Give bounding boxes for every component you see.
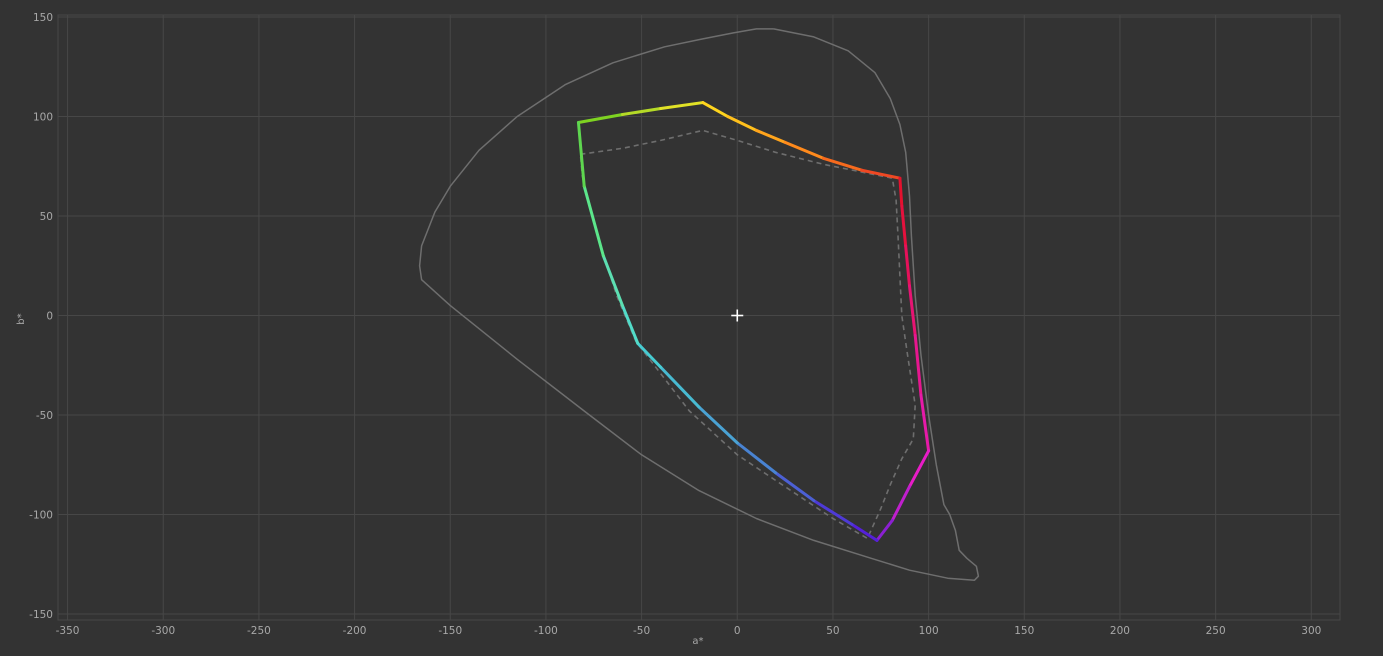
gamut-segment xyxy=(907,449,931,489)
y-tick-label: -150 xyxy=(29,609,53,621)
gamut-segment xyxy=(659,365,701,409)
x-tick-label: -200 xyxy=(343,625,367,637)
gamut-segment xyxy=(860,168,902,180)
x-tick-label: 150 xyxy=(1014,625,1034,637)
y-tick-label: 0 xyxy=(46,311,53,323)
x-tick-label: 0 xyxy=(734,625,741,637)
gamut-segment xyxy=(875,518,894,542)
x-tick-label: -350 xyxy=(56,625,80,637)
y-tick-label: 50 xyxy=(40,211,53,223)
x-tick-label: -250 xyxy=(247,625,271,637)
x-tick-label: 250 xyxy=(1206,625,1226,637)
x-axis-label: a* xyxy=(692,636,703,647)
gamut-segment xyxy=(900,204,908,248)
y-tick-label: -100 xyxy=(29,510,53,522)
x-tick-label: 100 xyxy=(919,625,939,637)
x-tick-label: 50 xyxy=(826,625,839,637)
gamut-segment xyxy=(904,244,911,288)
y-tick-label: -50 xyxy=(36,410,53,422)
y-tick-label: 100 xyxy=(33,111,53,123)
y-tick-label: 150 xyxy=(33,12,53,24)
gamut-segment xyxy=(620,304,640,345)
gamut-segment xyxy=(898,176,904,208)
y-axis-label: b* xyxy=(16,313,27,324)
gamut-segment xyxy=(821,156,864,172)
reference-gamut-line xyxy=(579,129,917,540)
gamut-segment xyxy=(726,114,758,132)
x-tick-label: -50 xyxy=(633,625,650,637)
x-tick-label: -100 xyxy=(534,625,558,637)
visible-spectrum-line xyxy=(418,28,980,581)
gamut-segment xyxy=(774,471,816,503)
x-tick-labels: -350 -300 -250 -200 -150 -100 -50 0 50 100 150 200 2… xyxy=(56,625,1322,637)
x-tick-label: 200 xyxy=(1110,625,1130,637)
center-marker xyxy=(731,309,744,322)
gamut-segment xyxy=(754,128,787,144)
x-tick-label: -150 xyxy=(438,625,462,637)
gamut-segment xyxy=(582,184,605,258)
series-group xyxy=(418,28,980,581)
gamut-segment xyxy=(601,254,624,308)
grid xyxy=(57,14,1341,621)
gamut-segment xyxy=(701,101,730,118)
gamut-segment xyxy=(576,113,624,124)
plot-frame xyxy=(57,14,1341,621)
y-tick-labels: 150 100 50 0 -50 -100 -150 xyxy=(29,12,53,621)
x-tick-label: 300 xyxy=(1301,625,1321,637)
gamut-segment xyxy=(659,101,705,111)
gamut-segment xyxy=(890,485,911,522)
gamut-chart: -350 -300 -250 -200 -150 -100 -50 0 50 100 150 200 2… xyxy=(16,12,1341,647)
x-tick-label: -300 xyxy=(151,625,175,637)
